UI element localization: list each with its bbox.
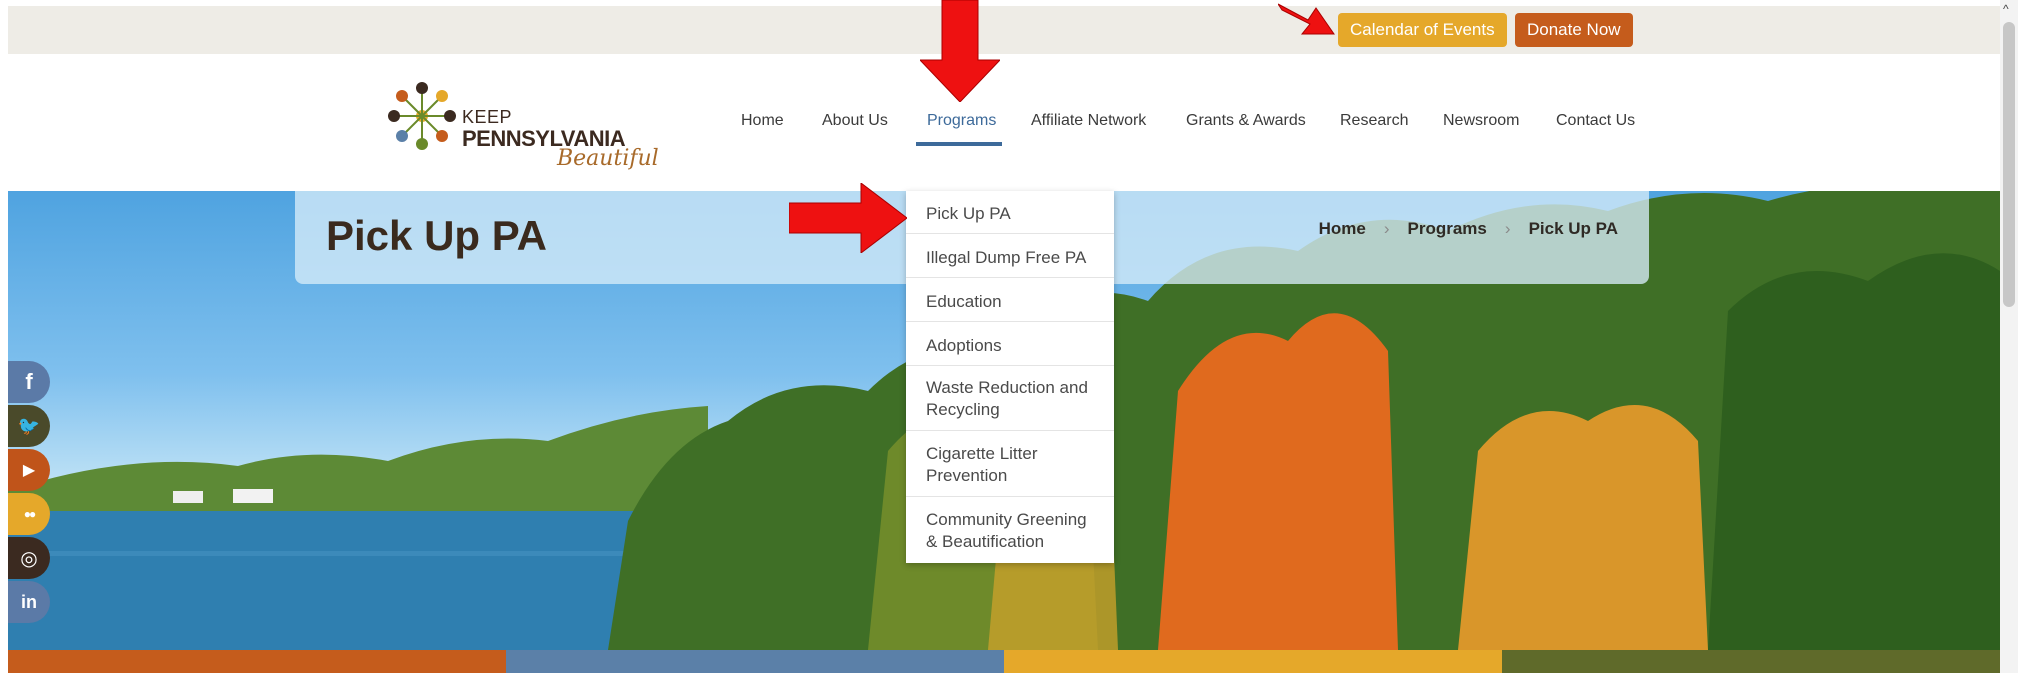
nav-newsroom[interactable]: Newsroom bbox=[1443, 112, 1519, 130]
twitter-icon[interactable]: 🐦 bbox=[8, 405, 50, 447]
dropdown-divider bbox=[906, 321, 1114, 322]
dropdown-item-adoptions[interactable]: Adoptions bbox=[906, 335, 1114, 357]
instagram-icon[interactable]: ◎ bbox=[8, 537, 50, 579]
scroll-up-arrow-icon[interactable]: ^ bbox=[2003, 2, 2009, 16]
scrollbar-thumb[interactable] bbox=[2003, 22, 2015, 307]
color-strip-olive bbox=[1502, 650, 2000, 673]
page-title: Pick Up PA bbox=[326, 212, 547, 259]
nav-active-indicator bbox=[916, 142, 1002, 146]
breadcrumb-current: Pick Up PA bbox=[1528, 219, 1618, 238]
flickr-glyph: ●● bbox=[23, 507, 36, 521]
dropdown-item-pick-up-pa[interactable]: Pick Up PA bbox=[906, 203, 1114, 225]
nav-grants-awards[interactable]: Grants & Awards bbox=[1186, 112, 1306, 130]
calendar-of-events-button[interactable]: Calendar of Events bbox=[1338, 13, 1507, 47]
nav-research[interactable]: Research bbox=[1340, 112, 1408, 130]
breadcrumb-separator: › bbox=[1504, 219, 1511, 238]
logo-line-beautiful: Beautiful bbox=[557, 146, 659, 171]
dropdown-divider bbox=[906, 430, 1114, 431]
breadcrumb: Home › Programs › Pick Up PA bbox=[1319, 219, 1618, 239]
dropdown-divider bbox=[906, 233, 1114, 234]
dropdown-item-cigarette-litter[interactable]: Cigarette Litter Prevention bbox=[906, 443, 1114, 487]
nav-home[interactable]: Home bbox=[741, 112, 784, 130]
instagram-glyph: ◎ bbox=[20, 547, 38, 570]
nav-affiliate-network[interactable]: Affiliate Network bbox=[1031, 112, 1146, 130]
breadcrumb-home[interactable]: Home bbox=[1319, 219, 1366, 239]
dropdown-divider bbox=[906, 496, 1114, 497]
dropdown-item-illegal-dump-free-pa[interactable]: Illegal Dump Free PA bbox=[906, 247, 1114, 269]
dropdown-item-community-greening[interactable]: Community Greening & Beautification bbox=[906, 509, 1114, 553]
utility-bar bbox=[8, 6, 2000, 54]
annotation-arrow-right-icon bbox=[789, 183, 907, 253]
site-header bbox=[8, 54, 2000, 191]
annotation-arrow-diagonal-icon bbox=[1278, 3, 1335, 35]
breadcrumb-programs[interactable]: Programs bbox=[1408, 219, 1487, 239]
youtube-icon[interactable]: ▶ bbox=[8, 449, 50, 491]
dropdown-divider bbox=[906, 277, 1114, 278]
logo-line-keep: KEEP bbox=[462, 107, 513, 127]
logo-flower-icon bbox=[388, 82, 456, 150]
breadcrumb-separator: › bbox=[1383, 219, 1390, 238]
linkedin-glyph: in bbox=[21, 591, 37, 612]
dropdown-item-waste-reduction[interactable]: Waste Reduction and Recycling bbox=[906, 377, 1114, 421]
facebook-icon[interactable]: f bbox=[8, 361, 50, 403]
flickr-icon[interactable]: ●● bbox=[8, 493, 50, 535]
annotation-arrow-down-icon bbox=[920, 0, 1000, 102]
dropdown-item-education[interactable]: Education bbox=[906, 291, 1114, 313]
programs-dropdown-menu: Pick Up PA Illegal Dump Free PA Educatio… bbox=[906, 191, 1114, 563]
nav-about-us[interactable]: About Us bbox=[822, 112, 888, 130]
nav-contact-us[interactable]: Contact Us bbox=[1556, 112, 1635, 130]
youtube-glyph: ▶ bbox=[22, 462, 36, 479]
color-strip-blue bbox=[506, 650, 1004, 673]
donate-now-button[interactable]: Donate Now bbox=[1515, 13, 1633, 47]
twitter-glyph: 🐦 bbox=[17, 415, 41, 436]
dropdown-divider bbox=[906, 365, 1114, 366]
nav-programs[interactable]: Programs bbox=[927, 112, 996, 130]
linkedin-icon[interactable]: in bbox=[8, 581, 50, 623]
color-strip-orange bbox=[8, 650, 506, 673]
facebook-glyph: f bbox=[25, 369, 33, 394]
color-strip-gold bbox=[1004, 650, 1502, 673]
site-logo[interactable]: KEEP PENNSYLVANIA Beautiful bbox=[382, 76, 659, 176]
